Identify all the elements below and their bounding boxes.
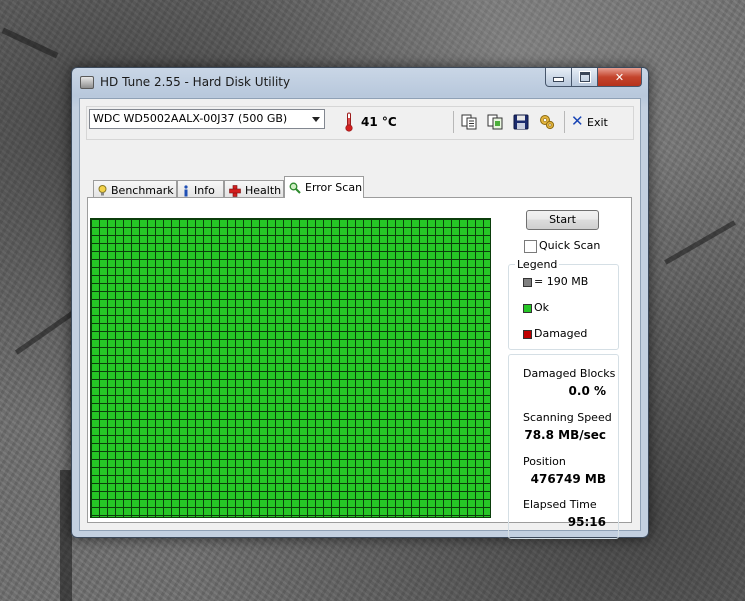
benchmark-icon (98, 185, 107, 196)
quick-scan-label: Quick Scan (539, 239, 601, 252)
legend-group: Legend = 190 MB Ok Damaged (508, 258, 619, 350)
wallpaper-stroke (14, 310, 76, 355)
copy-text-icon[interactable] (461, 114, 477, 130)
temperature-readout: 41 °C (361, 115, 397, 129)
save-icon[interactable] (513, 114, 529, 130)
damaged-blocks-label: Damaged Blocks (523, 367, 616, 380)
tab-label: Benchmark (111, 184, 174, 197)
maximize-icon (578, 71, 591, 83)
tab-benchmark[interactable]: Benchmark (93, 180, 177, 198)
info-icon (184, 185, 188, 197)
error-scan-icon (289, 182, 301, 194)
legend-swatch-ok (523, 304, 532, 313)
position-value: 476749 MB (530, 472, 606, 486)
elapsed-time-value: 95:16 (567, 515, 606, 529)
damaged-blocks-value: 0.0 % (568, 384, 606, 398)
legend-title: Legend (515, 258, 560, 271)
thermometer-icon (345, 112, 353, 132)
start-button[interactable]: Start (526, 210, 599, 230)
app-icon (80, 76, 94, 89)
error-scan-panel: Start Quick Scan Legend = 190 MB Ok Dama… (87, 197, 632, 539)
app-window: HD Tune 2.55 - Hard Disk Utility ✕ WDC W… (71, 67, 649, 539)
chevron-down-icon (312, 117, 320, 122)
exit-label: Exit (587, 116, 608, 129)
block-map (90, 218, 491, 518)
tab-label: Health (245, 184, 282, 197)
drive-select[interactable]: WDC WD5002AALX-00J37 (500 GB) (89, 109, 325, 129)
elapsed-time-label: Elapsed Time (523, 498, 597, 511)
position-label: Position (523, 455, 566, 468)
toolbar-separator (564, 111, 565, 133)
legend-ok: Ok (534, 301, 550, 314)
legend-damaged: Damaged (534, 327, 588, 340)
tab-health[interactable]: Health (224, 180, 284, 198)
close-icon: ✕ (614, 70, 625, 84)
health-icon (229, 185, 241, 197)
close-button[interactable]: ✕ (598, 68, 642, 87)
quick-scan-checkbox[interactable] (524, 240, 537, 253)
toolbar-separator (453, 111, 454, 133)
window-controls: ✕ (545, 68, 642, 88)
scanning-speed-label: Scanning Speed (523, 411, 612, 424)
wallpaper-stroke (1, 27, 59, 59)
title-bar[interactable]: HD Tune 2.55 - Hard Disk Utility ✕ (72, 68, 648, 98)
exit-icon: ✕ (571, 112, 584, 130)
copy-screenshot-icon[interactable] (487, 114, 503, 130)
legend-swatch-damaged (523, 330, 532, 339)
drive-select-value: WDC WD5002AALX-00J37 (500 GB) (93, 112, 288, 125)
options-icon[interactable] (539, 114, 555, 130)
legend-swatch-block (523, 278, 532, 287)
tab-info[interactable]: Info (177, 180, 224, 198)
legend-block-size: = 190 MB (534, 275, 589, 288)
tab-label: Info (194, 184, 215, 197)
window-title: HD Tune 2.55 - Hard Disk Utility (100, 75, 291, 89)
tab-error-scan[interactable]: Error Scan (284, 176, 364, 198)
wallpaper-stroke (664, 220, 736, 265)
minimize-button[interactable] (545, 68, 572, 87)
toolbar: WDC WD5002AALX-00J37 (500 GB) 41 °C ✕ Ex… (86, 106, 634, 140)
client-area: WDC WD5002AALX-00J37 (500 GB) 41 °C ✕ Ex… (79, 98, 641, 539)
maximize-button[interactable] (572, 68, 598, 87)
scanning-speed-value: 78.8 MB/sec (524, 428, 606, 442)
minimize-icon (553, 77, 564, 82)
tab-label: Error Scan (305, 181, 363, 194)
stats-group: Damaged Blocks 0.0 % Scanning Speed 78.8… (508, 354, 619, 539)
